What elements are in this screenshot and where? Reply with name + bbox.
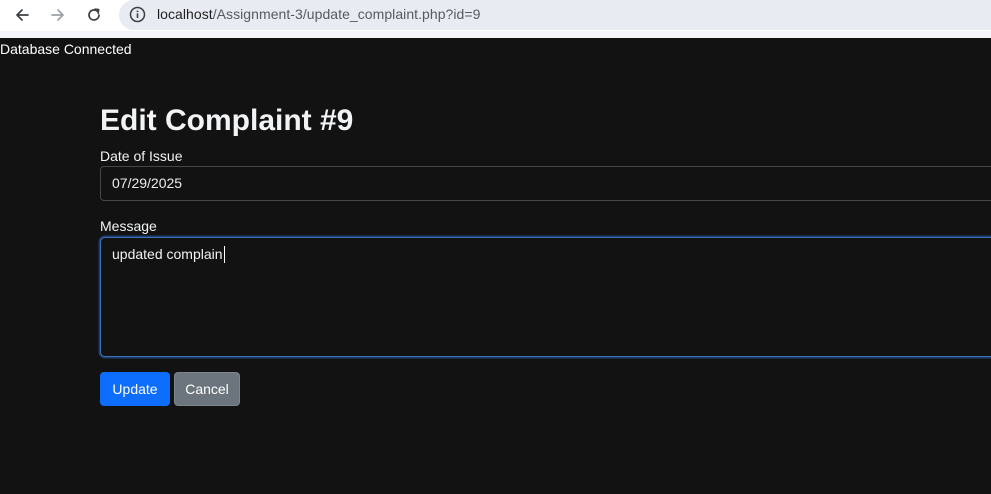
date-value: 07/29/2025 xyxy=(112,175,183,191)
url-host: localhost xyxy=(157,6,213,22)
date-of-issue-label: Date of Issue xyxy=(100,148,183,164)
url-text: localhost/Assignment-3/update_complaint.… xyxy=(157,6,480,22)
page-title: Edit Complaint #9 xyxy=(100,104,354,137)
reload-button[interactable] xyxy=(83,4,105,26)
reload-icon xyxy=(88,8,100,21)
back-arrow-icon xyxy=(16,9,29,21)
back-button[interactable] xyxy=(11,4,33,26)
message-label: Message xyxy=(100,218,157,234)
info-icon[interactable] xyxy=(129,6,146,23)
message-textarea[interactable]: updated complain xyxy=(100,237,991,357)
forward-button[interactable] xyxy=(47,4,69,26)
url-path: /Assignment-3/update_complaint.php?id=9 xyxy=(212,6,481,22)
page-content: Database Connected Edit Complaint #9 Dat… xyxy=(0,38,991,494)
toolbar-divider xyxy=(0,31,991,38)
update-button[interactable]: Update xyxy=(100,372,170,406)
db-status-text: Database Connected xyxy=(0,41,132,57)
browser-toolbar: localhost/Assignment-3/update_complaint.… xyxy=(0,0,991,31)
date-of-issue-input[interactable]: 07/29/2025 xyxy=(100,166,991,201)
address-bar[interactable]: localhost/Assignment-3/update_complaint.… xyxy=(119,0,991,30)
cancel-button[interactable]: Cancel xyxy=(174,372,240,406)
text-caret xyxy=(223,246,225,263)
forward-arrow-icon xyxy=(51,9,64,21)
message-value: updated complain xyxy=(112,246,223,262)
